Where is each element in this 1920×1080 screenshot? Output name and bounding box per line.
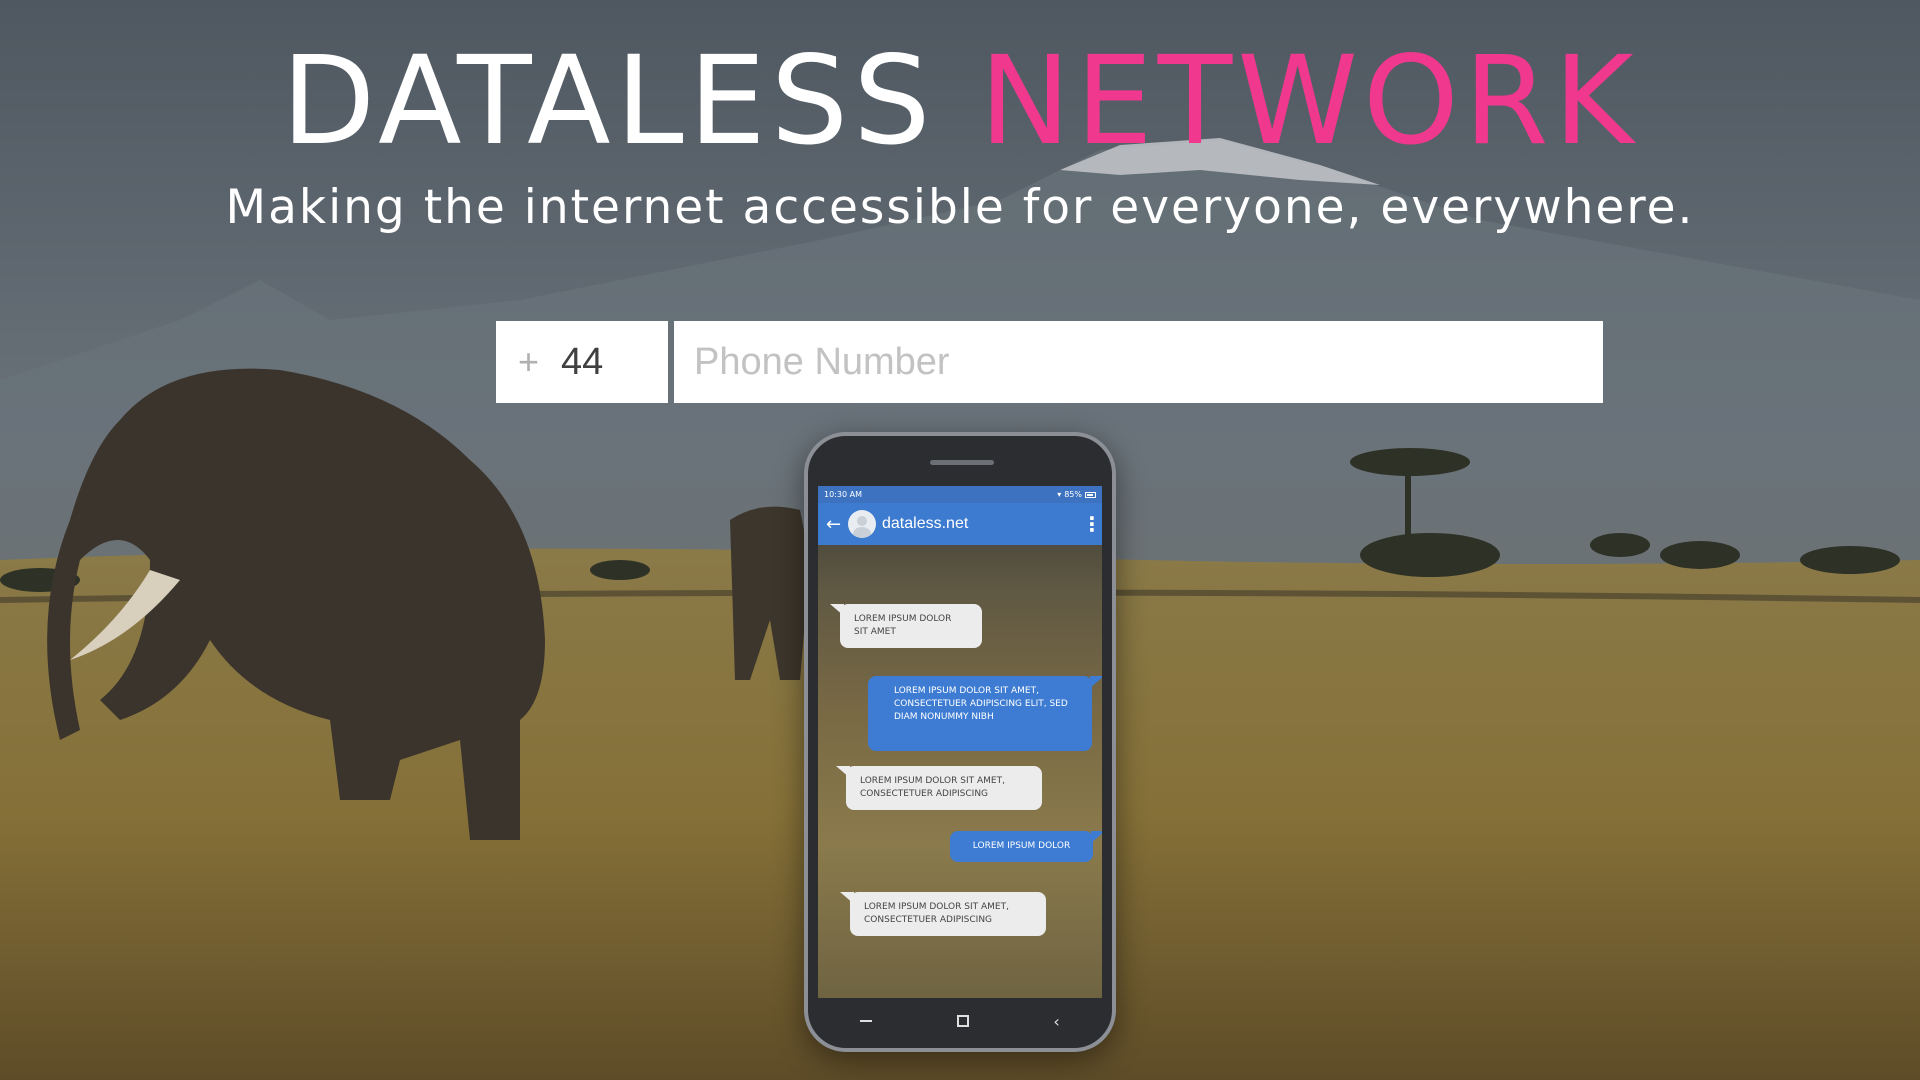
avatar — [848, 510, 876, 538]
country-code-field[interactable]: + — [496, 321, 668, 403]
message-bubble-incoming: LOREM IPSUM DOLOR SIT AMET — [830, 604, 982, 648]
status-time: 10:30 AM — [824, 490, 862, 499]
phone-mockup: 10:30 AM ▾ 85% ← dataless.net ⋮ LOREM IP… — [804, 432, 1116, 1052]
message-bubble-outgoing: LOREM IPSUM DOLOR — [950, 831, 1102, 862]
message-bubble-incoming: LOREM IPSUM DOLOR SIT AMET, CONSECTETUER… — [836, 766, 1042, 810]
phone-screen: 10:30 AM ▾ 85% ← dataless.net ⋮ LOREM IP… — [818, 486, 1102, 998]
battery-percent: 85% — [1064, 490, 1082, 499]
chat-header: ← dataless.net ⋮ — [818, 503, 1102, 545]
contact-name: dataless.net — [882, 515, 969, 532]
wifi-icon: ▾ — [1057, 490, 1062, 499]
home-icon[interactable] — [956, 1015, 969, 1027]
country-code-input[interactable] — [561, 340, 661, 384]
title-main: DATALESS — [281, 30, 936, 172]
battery-icon — [1085, 491, 1096, 498]
title-accent: NETWORK — [979, 30, 1639, 172]
tagline: Making the internet accessible for every… — [225, 180, 1695, 235]
status-bar: 10:30 AM ▾ 85% — [818, 486, 1102, 503]
message-bubble-outgoing: LOREM IPSUM DOLOR SIT AMET, CONSECTETUER… — [868, 676, 1102, 751]
back-arrow-icon[interactable]: ← — [826, 514, 846, 535]
page-title: DATALESS NETWORK — [0, 40, 1920, 162]
nav-back-icon[interactable]: ‹ — [1053, 1012, 1059, 1031]
plus-icon: + — [517, 341, 540, 382]
message-bubble-incoming: LOREM IPSUM DOLOR SIT AMET, CONSECTETUER… — [840, 892, 1046, 936]
more-vertical-icon[interactable]: ⋮ — [1082, 512, 1102, 536]
android-nav-bar: ‹ — [818, 998, 1102, 1044]
phone-number-input[interactable] — [674, 321, 1603, 403]
recent-apps-icon[interactable] — [860, 1020, 873, 1022]
speaker-grille — [930, 460, 994, 465]
